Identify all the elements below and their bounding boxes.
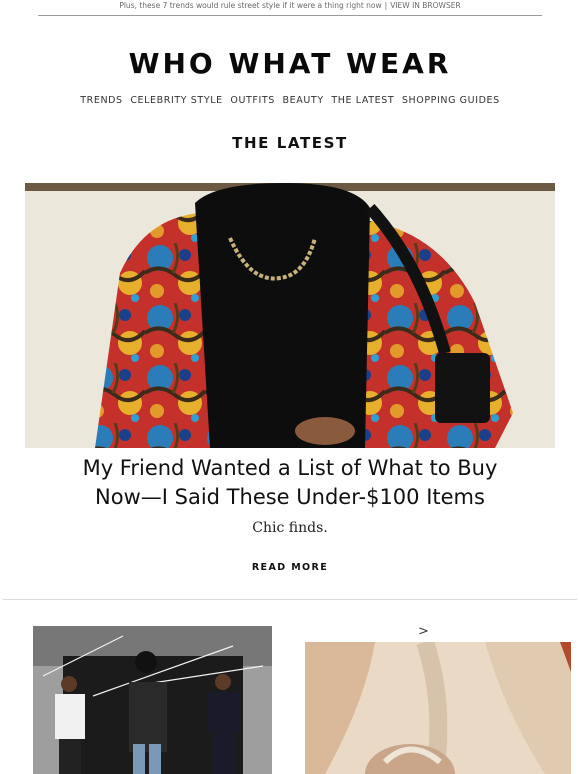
section-title: THE LATEST (232, 134, 348, 152)
nav-item-beauty[interactable]: BEAUTY (283, 95, 324, 106)
carousel-next-arrow[interactable]: > (418, 624, 429, 639)
view-in-browser-link[interactable]: VIEW IN BROWSER (390, 1, 460, 10)
nav-item-the-latest[interactable]: THE LATEST (331, 95, 394, 106)
feature-headline[interactable]: My Friend Wanted a List of What to Buy N… (40, 454, 540, 512)
nav-item-trends[interactable]: TRENDS (80, 95, 122, 106)
preheader-text: Plus, these 7 trends would rule street s… (119, 1, 382, 10)
read-more-link[interactable]: READ MORE (0, 562, 580, 573)
article-thumbnail-left[interactable] (33, 626, 272, 774)
preheader: Plus, these 7 trends would rule street s… (0, 0, 580, 12)
top-divider (38, 15, 542, 16)
street-style-photo-illustration (33, 626, 272, 774)
feature-dek: Chic finds. (252, 520, 328, 536)
section-divider (3, 599, 577, 600)
preheader-separator: | (384, 1, 388, 10)
hero-image[interactable] (25, 183, 555, 448)
article-thumbnail-right[interactable] (305, 642, 571, 774)
headline-line-1: My Friend Wanted a List of What to Buy (82, 456, 498, 480)
brand-logo[interactable]: WHO WHAT WEAR (0, 46, 580, 82)
hero-photo-illustration (25, 183, 555, 448)
main-nav: TRENDS CELEBRITY STYLE OUTFITS BEAUTY TH… (0, 95, 580, 106)
nav-item-celebrity-style[interactable]: CELEBRITY STYLE (130, 95, 222, 106)
nav-item-shopping-guides[interactable]: SHOPPING GUIDES (402, 95, 500, 106)
nav-item-outfits[interactable]: OUTFITS (230, 95, 275, 106)
fashion-detail-photo-illustration (305, 642, 571, 774)
headline-line-2: Now—I Said These Under-$100 Items (95, 485, 485, 509)
